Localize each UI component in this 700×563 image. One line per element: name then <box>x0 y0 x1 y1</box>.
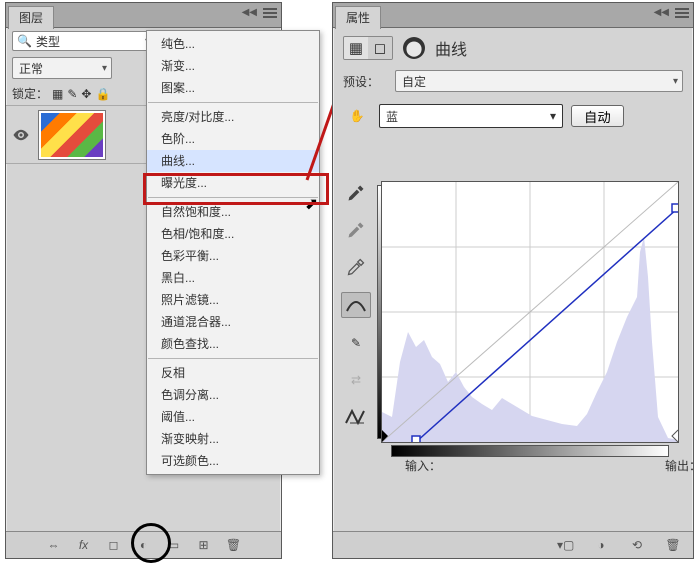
eyedropper-gray-icon[interactable] <box>342 218 370 242</box>
preset-label: 预设： <box>343 73 387 90</box>
eyedropper-white-icon[interactable] <box>342 255 370 279</box>
adjustment-menu-item[interactable]: 可选颜色... <box>147 450 319 472</box>
adjustment-menu-item[interactable]: 纯色... <box>147 33 319 55</box>
properties-tab-strip: 属性 ◀◀ <box>333 3 693 28</box>
adjustment-menu-item[interactable]: 渐变映射... <box>147 428 319 450</box>
preset-value: 自定 <box>402 73 426 90</box>
channel-dropdown[interactable]: 蓝 ▾ <box>379 104 563 128</box>
adjustment-menu-item[interactable]: 色彩平衡... <box>147 245 319 267</box>
link-icon[interactable]: ⇔ <box>46 538 62 552</box>
trash-icon[interactable]: 🗑 <box>226 538 242 552</box>
blend-mode-dropdown[interactable]: 正常 ▾ <box>12 57 112 79</box>
adjustment-menu-item[interactable]: 色阶... <box>147 128 319 150</box>
properties-bottom-bar: ▾▢ ◑ ⟲ 🗑 <box>333 531 693 558</box>
adjustment-menu-item[interactable]: 曲线... <box>147 150 319 172</box>
input-label: 输入： <box>405 457 441 474</box>
updown-icon: ▾ <box>550 109 556 123</box>
collapse-icon[interactable]: ◀◀ <box>654 7 669 18</box>
adjustment-view-icon[interactable]: ▦ <box>344 37 368 59</box>
io-row: 输入： 输出： <box>381 451 700 474</box>
trash-icon[interactable]: 🗑 <box>665 538 681 552</box>
prev-state-icon[interactable]: ◑ <box>593 538 609 552</box>
lock-trans-icon[interactable]: ▦ <box>52 87 63 101</box>
adjustment-layer-icon[interactable]: ◐ <box>136 538 152 552</box>
lock-paint-icon[interactable]: ✎ <box>67 87 77 101</box>
lock-move-icon[interactable]: ✥ <box>81 87 91 101</box>
properties-tab[interactable]: 属性 <box>335 6 381 29</box>
lock-label: 锁定： <box>12 85 48 102</box>
hand-icon[interactable]: ✋ <box>343 109 371 123</box>
preset-dropdown[interactable]: 自定 ▾ <box>395 70 683 92</box>
adjustment-menu: 纯色...渐变...图案... 亮度/对比度...色阶...曲线...曝光度...… <box>146 30 320 475</box>
adjustment-menu-item[interactable]: 自然饱和度... <box>147 201 319 223</box>
layer-type-filter[interactable]: 🔍 类型 ▾ <box>12 31 155 51</box>
layer-thumbnail[interactable] <box>38 110 106 160</box>
adjustment-menu-item[interactable]: 照片滤镜... <box>147 289 319 311</box>
collapse-icon[interactable]: ◀◀ <box>242 7 257 18</box>
adjustment-menu-item[interactable]: 颜色查找... <box>147 333 319 355</box>
properties-title: 曲线 <box>435 36 467 60</box>
adjustment-menu-item[interactable]: 渐变... <box>147 55 319 77</box>
adjustment-menu-item[interactable]: 亮度/对比度... <box>147 106 319 128</box>
curve-draw-tool-icon[interactable]: ✎ <box>342 331 370 355</box>
curve-point-tool-icon[interactable] <box>341 292 371 318</box>
preset-row: 预设： 自定 ▾ <box>333 64 693 98</box>
channel-row: ✋ 蓝 ▾ 自动 <box>333 98 693 134</box>
fx-icon[interactable]: fx <box>76 538 92 552</box>
adjustment-menu-item[interactable]: 色相/饱和度... <box>147 223 319 245</box>
curves-icon: ⬤ <box>403 37 425 59</box>
panel-menu-icon[interactable] <box>263 8 277 18</box>
adjustment-menu-item[interactable]: 色调分离... <box>147 384 319 406</box>
adjustment-menu-item[interactable]: 黑白... <box>147 267 319 289</box>
adjustment-menu-item[interactable]: 反相 <box>147 362 319 384</box>
layers-tab-strip: 图层 ◀◀ <box>6 3 281 28</box>
curves-tool-column: ✎ ⇄ <box>339 181 373 429</box>
reset-icon[interactable]: ⟲ <box>629 538 645 552</box>
panel-menu-icon[interactable] <box>675 8 689 18</box>
blend-mode-value: 正常 <box>19 60 43 77</box>
chevron-down-icon: ▾ <box>102 63 107 74</box>
filter-type-label: 类型 <box>36 33 60 50</box>
clip-icon[interactable]: ▾▢ <box>557 538 573 552</box>
properties-title-row: ▦ ◻ ⬤ 曲线 <box>333 28 693 64</box>
adjustment-menu-item[interactable]: 通道混合器... <box>147 311 319 333</box>
properties-view-tabs: ▦ ◻ <box>343 36 393 60</box>
eyedropper-black-icon[interactable] <box>342 181 370 205</box>
properties-panel: 属性 ◀◀ ▦ ◻ ⬤ 曲线 预设： 自定 ▾ ✋ 蓝 ▾ 自动 ✎ ⇄ <box>332 2 694 559</box>
search-icon: 🔍 <box>17 34 32 48</box>
adjustment-menu-item[interactable]: 图案... <box>147 77 319 99</box>
auto-button[interactable]: 自动 <box>571 105 624 127</box>
visibility-icon[interactable] <box>12 126 30 144</box>
curve-clip-icon[interactable] <box>342 405 370 429</box>
adjustment-menu-item[interactable]: 曝光度... <box>147 172 319 194</box>
layers-tab[interactable]: 图层 <box>8 6 54 29</box>
mask-view-icon[interactable]: ◻ <box>368 37 392 59</box>
new-layer-icon[interactable]: ⊞ <box>196 538 212 552</box>
channel-value: 蓝 <box>386 108 398 125</box>
updown-icon: ▾ <box>673 76 678 87</box>
curve-smooth-icon[interactable]: ⇄ <box>342 368 370 392</box>
adjustment-menu-item[interactable]: 阈值... <box>147 406 319 428</box>
curves-graph[interactable] <box>381 181 679 443</box>
group-icon[interactable]: ▭ <box>166 538 182 552</box>
lock-all-icon[interactable]: 🔒 <box>95 87 110 101</box>
output-label: 输出： <box>665 457 700 474</box>
mask-icon[interactable]: ◻ <box>106 538 122 552</box>
layers-bottom-bar: ⇔ fx ◻ ◐ ▭ ⊞ 🗑 <box>6 531 281 558</box>
